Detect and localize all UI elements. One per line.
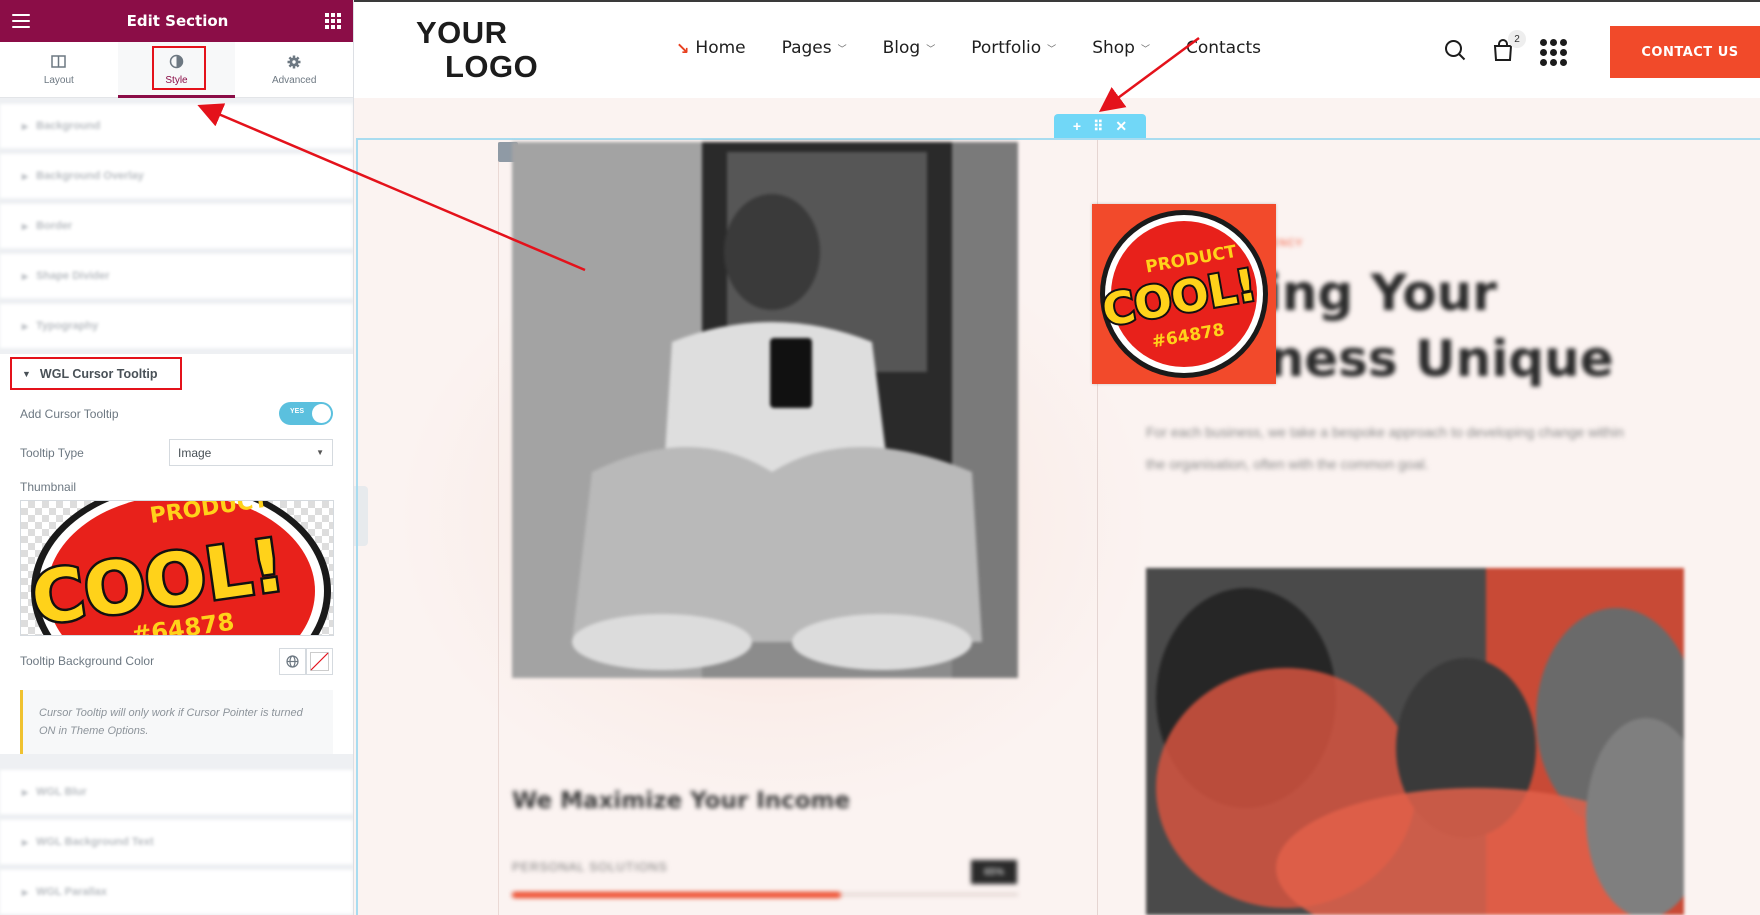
tab-advanced[interactable]: Advanced [235,42,353,97]
section-wgl-parallax[interactable]: ▶ WGL Parallax [0,870,353,914]
arrow-down-right-icon: ↘ [676,38,690,58]
section-handle: + ⠿ ✕ [1054,114,1146,138]
cart-icon[interactable]: 2 [1492,30,1526,67]
team-photo-image [1146,568,1684,915]
tab-layout[interactable]: Layout [0,42,118,97]
skill-percentage: 65% [971,860,1017,884]
skill-label: PERSONAL SOLUTIONS [512,860,668,874]
section-typography[interactable]: ▶ Typography [0,304,353,348]
tooltip-type-row: Tooltip Type Image ▼ [0,433,353,472]
add-tooltip-row: Add Cursor Tooltip YES [0,394,353,433]
panel-header: Edit Section [0,0,353,42]
chevron-down-icon: ﹀ [926,44,936,55]
page-canvas: + ⠿ ✕ AGENCY Making Your Business Unique… [354,98,1760,915]
section-shape-divider[interactable]: ▶ Shape Divider [0,254,353,298]
main-nav: ↘ Home Pages ﹀ Blog ﹀ Portfolio ﹀ Shop ﹀ Cont… [676,38,1261,58]
cart-count-badge: 2 [1508,30,1526,48]
hero-description: For each business, we take a bespoke app… [1146,424,1624,472]
panel-title: Edit Section [126,12,229,30]
cursor-tooltip-preview: PRODUCT COOL! #64878 [1092,204,1276,384]
apps-grid-icon[interactable] [1540,39,1567,66]
woman-with-phone-image [512,142,1018,678]
color-swatch-empty[interactable] [306,647,333,675]
add-tooltip-label: Add Cursor Tooltip [20,406,119,421]
drag-section-icon[interactable]: ⠿ [1093,118,1103,135]
contact-us-button[interactable]: CONTACT US [1610,26,1760,78]
menu-icon[interactable] [12,14,30,28]
nav-shop[interactable]: Shop ﹀ [1092,38,1150,58]
site-logo[interactable]: YOUR LOGO [416,16,538,84]
section-border[interactable]: ▶ Border [0,204,353,248]
tooltip-info-note: Cursor Tooltip will only work if Cursor … [20,690,333,754]
chevron-down-icon: ﹀ [837,44,847,55]
add-tooltip-toggle[interactable]: YES [279,402,333,425]
thumbnail-label: Thumbnail [20,480,77,494]
tab-advanced-label: Advanced [271,74,317,86]
layout-icon [51,54,67,70]
tooltip-type-select[interactable]: Image ▼ [169,439,333,466]
section-wgl-background-text[interactable]: ▶ WGL Background Text [0,820,353,864]
section-wgl-blur[interactable]: ▶ WGL Blur [0,770,353,814]
nav-portfolio[interactable]: Portfolio ﹀ [971,38,1056,58]
delete-section-icon[interactable]: ✕ [1115,118,1127,135]
search-icon[interactable] [1444,39,1466,66]
nav-blog[interactable]: Blog ﹀ [883,38,936,58]
cool-sticker-image: PRODUCT COOL! #64878 [24,501,331,635]
tooltip-bg-color-label: Tooltip Background Color [20,654,155,668]
gear-icon [286,54,302,70]
globe-icon[interactable] [279,647,306,675]
chevron-down-icon: ﹀ [1140,44,1150,55]
tooltip-bg-color-row: Tooltip Background Color [0,636,353,686]
skill-progress-fill [512,892,841,898]
nav-contacts[interactable]: Contacts [1186,38,1261,58]
cool-sticker-image: PRODUCT COOL! #64878 [1097,210,1268,378]
nav-pages[interactable]: Pages ﹀ [782,38,847,58]
style-tab-highlight [152,46,206,90]
header-icons: 2 [1444,30,1567,67]
add-section-icon[interactable]: + [1073,118,1081,134]
tab-layout-label: Layout [43,74,74,86]
section-background-overlay[interactable]: ▶ Background Overlay [0,154,353,198]
tooltip-type-label: Tooltip Type [20,445,84,460]
section-title-highlight [10,357,182,390]
thumbnail-image-picker[interactable]: PRODUCT COOL! #64878 [20,500,334,636]
section-wgl-cursor-tooltip-header[interactable]: ▼ WGL Cursor Tooltip [0,354,353,394]
dropdown-arrow-icon: ▼ [316,448,324,457]
income-heading: We Maximize Your Income [512,788,851,814]
nav-home[interactable]: ↘ Home [676,38,746,58]
widgets-grid-icon[interactable] [325,13,341,29]
section-wgl-cursor-tooltip: ▼ WGL Cursor Tooltip Add Cursor Tooltip … [0,354,353,754]
chevron-down-icon: ﹀ [1047,44,1057,55]
section-background[interactable]: ▶ Background [0,104,353,148]
editor-panel: Edit Section Layout Style Advanced ▶ Back… [0,0,354,915]
site-header: YOUR LOGO ↘ Home Pages ﹀ Blog ﹀ Portfolio ﹀ … [354,0,1760,98]
